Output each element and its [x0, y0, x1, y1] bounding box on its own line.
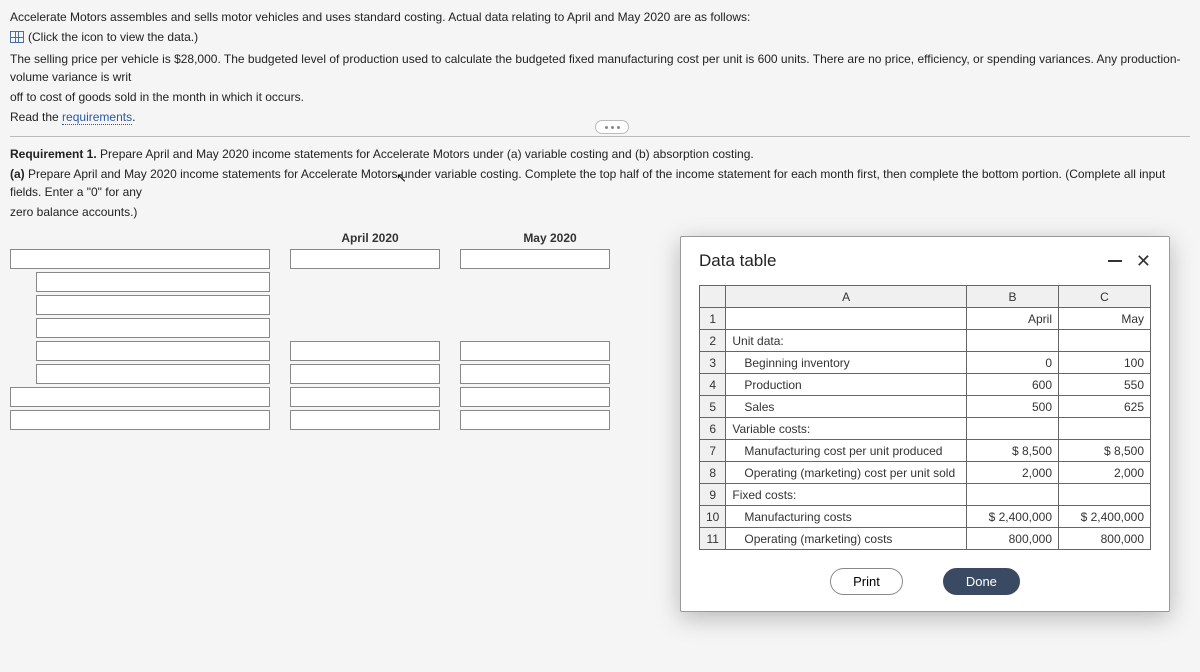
table-row: 9 Fixed costs:: [700, 484, 1151, 506]
line-val-april-1[interactable]: [290, 249, 440, 269]
col-header-b: B: [967, 286, 1059, 308]
line-val-april-5[interactable]: [290, 341, 440, 361]
column-header-may: May 2020: [460, 231, 640, 245]
line-label-7[interactable]: [10, 387, 270, 407]
table-row: 8 Operating (marketing) cost per unit so…: [700, 462, 1151, 484]
intro-line3: off to cost of goods sold in the month i…: [10, 88, 1190, 106]
line-val-may-6[interactable]: [460, 364, 610, 384]
corner-cell: [700, 286, 726, 308]
close-icon[interactable]: ✕: [1136, 252, 1151, 270]
intro-line1: Accelerate Motors assembles and sells mo…: [10, 8, 1190, 26]
column-header-april: April 2020: [280, 231, 460, 245]
table-row: 11 Operating (marketing) costs 800,000 8…: [700, 528, 1151, 550]
table-row: 2 Unit data:: [700, 330, 1151, 352]
line-label-5[interactable]: [36, 341, 270, 361]
line-val-may-7[interactable]: [460, 387, 610, 407]
modal-title: Data table: [699, 251, 777, 271]
table-icon: [10, 31, 24, 43]
table-row: 4 Production 600 550: [700, 374, 1151, 396]
line-val-may-1[interactable]: [460, 249, 610, 269]
done-button[interactable]: Done: [943, 568, 1020, 595]
data-table: A B C 1 April May 2 Unit data: 3 Beginni…: [699, 285, 1151, 550]
col-header-c: C: [1059, 286, 1151, 308]
print-button[interactable]: Print: [830, 568, 903, 595]
part-a-prefix: (a): [10, 167, 25, 181]
col-header-a: A: [726, 286, 967, 308]
part-a-rest: Prepare April and May 2020 income statem…: [10, 167, 1165, 199]
read-req-text: Read the: [10, 110, 62, 124]
line-label-4[interactable]: [36, 318, 270, 338]
table-row: 3 Beginning inventory 0 100: [700, 352, 1151, 374]
data-table-modal: Data table ✕ A B C 1 April May 2 Unit: [680, 236, 1170, 612]
line-val-may-5[interactable]: [460, 341, 610, 361]
line-val-may-8[interactable]: [460, 410, 610, 430]
line-label-2[interactable]: [36, 272, 270, 292]
collapse-handle[interactable]: [595, 120, 629, 134]
line-val-april-8[interactable]: [290, 410, 440, 430]
line-label-3[interactable]: [36, 295, 270, 315]
table-row: 1 April May: [700, 308, 1151, 330]
minimize-icon[interactable]: [1108, 260, 1122, 262]
line-val-april-6[interactable]: [290, 364, 440, 384]
line-label-1[interactable]: [10, 249, 270, 269]
requirement-title-rest: Prepare April and May 2020 income statem…: [97, 147, 754, 161]
table-row: 7 Manufacturing cost per unit produced $…: [700, 440, 1151, 462]
table-row: 10 Manufacturing costs $ 2,400,000 $ 2,4…: [700, 506, 1151, 528]
requirement-title-prefix: Requirement 1.: [10, 147, 97, 161]
table-row: 5 Sales 500 625: [700, 396, 1151, 418]
click-icon-text: (Click the icon to view the data.): [28, 28, 198, 46]
part-a-tail: zero balance accounts.): [10, 203, 1190, 221]
view-data-link[interactable]: (Click the icon to view the data.): [10, 28, 198, 46]
table-row: 6 Variable costs:: [700, 418, 1151, 440]
requirements-link[interactable]: requirements: [62, 110, 132, 125]
line-label-6[interactable]: [36, 364, 270, 384]
line-label-8[interactable]: [10, 410, 270, 430]
section-divider: [10, 136, 1190, 137]
intro-line2: The selling price per vehicle is $28,000…: [10, 50, 1190, 86]
line-val-april-7[interactable]: [290, 387, 440, 407]
